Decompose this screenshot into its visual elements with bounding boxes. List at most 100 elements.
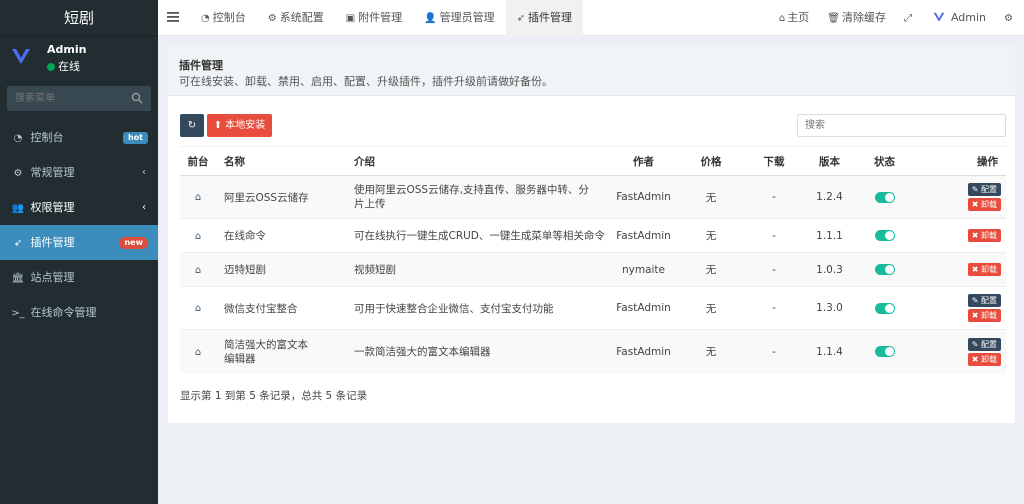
frontend-cell: ⌂ — [180, 329, 216, 374]
uninstall-button[interactable]: ✖ 卸载 — [967, 263, 1001, 276]
uninstall-label: 卸载 — [981, 354, 997, 364]
addon-table: 前台 名称 介绍 作者 价格 下载 版本 状态 操作 ⌂ 阿里云OSS云储存 使… — [180, 146, 1006, 374]
local-install-label: 本地安装 — [225, 120, 266, 131]
tab-addon[interactable]: ➶ 插件管理 — [505, 0, 583, 36]
sidebar-item-site[interactable]: 🏛 站点管理 — [0, 260, 158, 295]
times-icon: ✖ — [971, 265, 979, 274]
cogs-icon: ⚙ — [13, 168, 23, 179]
version-cell: 1.2.4 — [805, 175, 854, 219]
user-name: Admin — [47, 43, 87, 56]
menu-search-input[interactable] — [7, 86, 127, 111]
column-header[interactable]: 介绍 — [346, 146, 608, 176]
table-row: ⌂ 阿里云OSS云储存 使用阿里云OSS云储存,支持直传、服务器中转、分片上传 … — [180, 175, 1006, 219]
name-cell: 迈特短剧 — [216, 252, 346, 287]
version-cell: 1.3.0 — [805, 286, 854, 330]
pencil-icon: ✎ — [971, 339, 979, 349]
name-cell: 微信支付宝整合 — [216, 286, 346, 330]
author-cell[interactable]: FastAdmin — [608, 218, 679, 253]
user-menu[interactable]: Admin — [923, 0, 995, 36]
tab-admin[interactable]: 👤 管理员管理 — [413, 0, 505, 36]
status-toggle[interactable] — [874, 191, 895, 203]
author-cell[interactable]: FastAdmin — [608, 175, 679, 219]
sidebar-item-addon[interactable]: ➶ 插件管理 new — [0, 225, 158, 260]
status-toggle[interactable] — [874, 346, 895, 358]
status-toggle[interactable] — [874, 302, 895, 314]
actions-cell: ✎ 配置 ✖ 卸载 — [915, 286, 1006, 330]
intro-cell: 使用阿里云OSS云储存,支持直传、服务器中转、分片上传 — [346, 175, 608, 219]
refresh-button[interactable]: ↻ — [180, 114, 204, 137]
frontend-cell: ⌂ — [180, 252, 216, 287]
addon-panel: ↻ ⬆ 本地安装 前台 名称 介绍 作者 价格 下载 版本 状态 操作 ⌂ 阿里… — [168, 96, 1015, 423]
status-toggle[interactable] — [874, 264, 895, 275]
tab-config[interactable]: ⚙ 系统配置 — [257, 0, 335, 36]
home-icon[interactable]: ⌂ — [195, 231, 201, 242]
column-header[interactable]: 前台 — [180, 146, 216, 176]
tab-dashboard[interactable]: ◔ 控制台 — [190, 0, 257, 36]
config-button[interactable]: ✎ 配置 — [967, 294, 1001, 307]
clear-cache-label: 清除缓存 — [841, 11, 886, 24]
sidebar-item-label: 站点管理 — [30, 271, 75, 284]
user-status-label: 在线 — [58, 60, 80, 73]
column-header[interactable]: 名称 — [216, 146, 346, 176]
content-header: 插件管理 可在线安装、卸载、禁用、启用、配置、升级插件，插件升级前请做好备份。 — [168, 46, 1015, 96]
home-icon[interactable]: ⌂ — [195, 347, 201, 358]
pencil-icon: ✎ — [971, 296, 979, 305]
name-cell: 阿里云OSS云储存 — [216, 175, 346, 219]
nav-tabs: ◔ 控制台 ⚙ 系统配置 ▣ 附件管理 👤 管理员管理 ➶ 插件管理 — [190, 0, 583, 36]
uninstall-button[interactable]: ✖ 卸载 — [967, 352, 1001, 366]
sidebar-item-command[interactable]: >_ 在线命令管理 — [0, 295, 158, 330]
config-button[interactable]: ✎ 配置 — [967, 183, 1001, 196]
sidebar-item-dashboard[interactable]: ◔ 控制台 hot — [0, 120, 158, 155]
uninstall-button[interactable]: ✖ 卸载 — [967, 198, 1001, 211]
fullscreen-button[interactable]: ⤢ — [895, 0, 923, 36]
cogs-icon: ⚙ — [1004, 13, 1013, 24]
column-header[interactable]: 价格 — [679, 146, 743, 176]
column-header[interactable]: 操作 — [915, 146, 1006, 176]
column-header[interactable]: 下载 — [743, 146, 805, 176]
uninstall-button[interactable]: ✖ 卸载 — [967, 229, 1001, 242]
column-header[interactable]: 版本 — [805, 146, 854, 176]
status-cell — [854, 329, 915, 374]
times-icon: ✖ — [971, 311, 979, 320]
config-label: 配置 — [981, 339, 997, 349]
page-description: 可在线安装、卸载、禁用、启用、配置、升级插件，插件升级前请做好备份。 — [179, 75, 553, 88]
times-icon: ✖ — [971, 231, 979, 240]
column-header[interactable]: 作者 — [608, 146, 679, 176]
local-install-button[interactable]: ⬆ 本地安装 — [207, 114, 272, 137]
home-icon[interactable]: ⌂ — [195, 265, 201, 276]
actions-cell: ✖ 卸载 — [915, 252, 1006, 287]
home-icon[interactable]: ⌂ — [195, 303, 201, 314]
settings-button[interactable]: ⚙ — [995, 0, 1024, 36]
sidebar-item-general[interactable]: ⚙ 常规管理 ‹ — [0, 155, 158, 190]
author-cell[interactable]: nymaite — [608, 252, 679, 287]
app-logo[interactable]: 短剧 — [0, 0, 158, 36]
tab-label: 管理员管理 — [439, 11, 495, 24]
sidebar-item-label: 权限管理 — [30, 201, 75, 214]
frontend-cell: ⌂ — [180, 286, 216, 330]
sidebar-item-label: 控制台 — [30, 131, 64, 144]
uninstall-button[interactable]: ✖ 卸载 — [967, 309, 1001, 322]
sidebar-item-auth[interactable]: 👥 权限管理 ‹ — [0, 190, 158, 225]
download-cell: - — [743, 286, 805, 330]
times-icon: ✖ — [971, 354, 979, 364]
author-cell[interactable]: FastAdmin — [608, 329, 679, 374]
home-label: 主页 — [787, 11, 810, 24]
column-header[interactable]: 状态 — [854, 146, 915, 176]
table-search-input[interactable] — [797, 114, 1006, 137]
pencil-icon: ✎ — [971, 185, 979, 194]
table-row: ⌂ 微信支付宝整合 可用于快速整合企业微信、支付宝支付功能 FastAdmin … — [180, 286, 1006, 330]
search-icon[interactable] — [131, 92, 143, 104]
status-toggle[interactable] — [874, 230, 895, 241]
home-icon: ⌂ — [778, 13, 786, 24]
terminal-icon: >_ — [11, 308, 25, 319]
tab-attachment[interactable]: ▣ 附件管理 — [335, 0, 413, 36]
sidebar-item-label: 插件管理 — [30, 236, 75, 249]
author-cell[interactable]: FastAdmin — [608, 286, 679, 330]
name-cell: 在线命令 — [216, 218, 346, 253]
version-cell: 1.1.4 — [805, 329, 854, 374]
config-button[interactable]: ✎ 配置 — [967, 337, 1001, 351]
clear-cache-button[interactable]: 🗑 清除缓存 — [818, 0, 895, 36]
home-link[interactable]: ⌂ 主页 — [770, 0, 818, 36]
home-icon[interactable]: ⌂ — [195, 192, 201, 203]
menu-toggle-icon[interactable] — [166, 11, 180, 23]
